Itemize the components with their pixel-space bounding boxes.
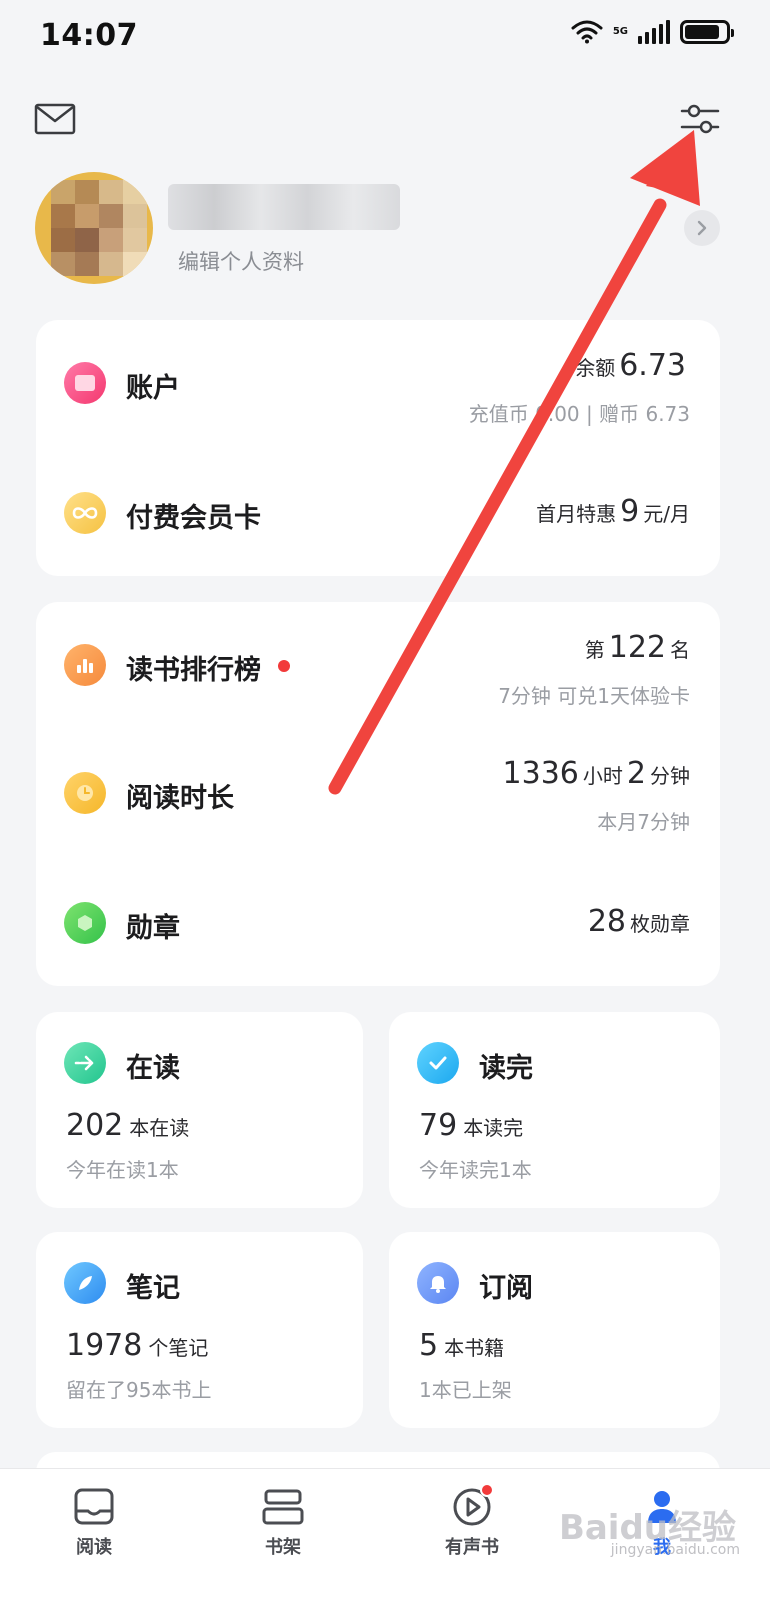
finished-tile-sub: 今年读完1本 [419, 1158, 532, 1182]
notes-tile[interactable]: 笔记 1978 个笔记 留在了95本书上 [36, 1232, 363, 1428]
mail-icon[interactable] [34, 102, 76, 136]
wifi-icon [571, 20, 603, 44]
account-title: 账户 [126, 373, 180, 404]
membership-price-value: 9 [620, 494, 640, 529]
clock-icon [64, 772, 106, 814]
reading-time-value: 1336 小时 2 分钟 [499, 756, 690, 791]
medals-row[interactable]: 勋章 28 枚勋章 [36, 876, 720, 972]
nav-label-audiobook: 有声书 [445, 1537, 499, 1558]
reading-tile-count: 202 本在读 [66, 1108, 189, 1143]
subscriptions-unit: 本书籍 [444, 1336, 505, 1360]
notes-tile-sub: 留在了95本书上 [66, 1378, 212, 1402]
balance-label: 余额 [575, 356, 616, 380]
ranking-sub: 7分钟 可兑1天体验卡 [498, 684, 690, 708]
feather-icon [64, 1262, 106, 1304]
nav-label-bookshelf: 书架 [265, 1537, 301, 1558]
ranking-suffix: 名 [670, 638, 690, 662]
bar-chart-icon [64, 644, 106, 686]
reading-minutes: 2 [626, 756, 646, 791]
account-coins: 充值币 0.00 | 赠币 6.73 [468, 402, 690, 426]
reading-tile[interactable]: 在读 202 本在读 今年在读1本 [36, 1012, 363, 1208]
username-obscured[interactable] [168, 184, 400, 230]
notes-tile-title: 笔记 [126, 1273, 180, 1304]
medals-unit: 枚勋章 [630, 912, 690, 936]
ranking-number: 122 [608, 630, 666, 665]
avatar-image [51, 180, 147, 276]
check-icon [417, 1042, 459, 1084]
wallet-icon [64, 362, 106, 404]
reading-unit: 本在读 [129, 1116, 190, 1140]
ranking-prefix: 第 [584, 638, 605, 662]
reading-count: 202 [66, 1108, 124, 1143]
subscriptions-tile[interactable]: 订阅 5 本书籍 1本已上架 [389, 1232, 720, 1428]
membership-row[interactable]: 付费会员卡 首月特惠 9 元/月 [36, 470, 720, 560]
notes-tile-count: 1978 个笔记 [66, 1328, 208, 1363]
status-icons: 5G [571, 20, 734, 44]
reading-hours-unit: 小时 [582, 764, 623, 788]
profile-chevron-right-icon[interactable] [684, 210, 720, 246]
battery-icon [680, 20, 734, 44]
finished-tile[interactable]: 读完 79 本读完 今年读完1本 [389, 1012, 720, 1208]
medals-title: 勋章 [126, 913, 180, 944]
nav-label-read: 阅读 [76, 1537, 112, 1558]
avatar[interactable] [35, 172, 153, 284]
reading-time-row[interactable]: 阅读时长 1336 小时 2 分钟 本月7分钟 [36, 748, 720, 858]
finished-count: 79 [419, 1108, 458, 1143]
reading-tile-sub: 今年在读1本 [66, 1158, 179, 1182]
watermark-url: jingyan.baidu.com [610, 1542, 740, 1558]
membership-unit: 元/月 [643, 502, 690, 526]
medals-value: 28 枚勋章 [584, 904, 690, 939]
audiobook-badge-dot [480, 1483, 494, 1497]
bell-icon [417, 1262, 459, 1304]
finished-tile-count: 79 本读完 [419, 1108, 523, 1143]
book-open-icon [74, 1488, 114, 1525]
ranking-badge-dot [278, 660, 290, 672]
subscriptions-count: 5 [419, 1328, 439, 1363]
arrow-right-icon [64, 1042, 106, 1084]
finished-unit: 本读完 [463, 1116, 524, 1140]
edit-profile-link[interactable]: 编辑个人资料 [178, 246, 304, 276]
reading-hours: 1336 [502, 756, 579, 791]
finished-tile-title: 读完 [479, 1053, 533, 1084]
ranking-value: 第 122 名 [585, 630, 690, 665]
nav-item-read[interactable]: 阅读 [44, 1487, 144, 1559]
ranking-title: 读书排行榜 [126, 655, 261, 686]
infinity-icon [64, 492, 106, 534]
membership-prefix: 首月特惠 [536, 502, 617, 526]
bookshelf-icon [262, 1489, 304, 1525]
settings-sliders-icon[interactable] [680, 102, 720, 136]
membership-price: 首月特惠 9 元/月 [536, 494, 690, 529]
subscriptions-tile-title: 订阅 [479, 1273, 533, 1304]
subscriptions-tile-sub: 1本已上架 [419, 1378, 512, 1402]
reading-minutes-unit: 分钟 [650, 764, 690, 788]
reading-time-sub: 本月7分钟 [597, 810, 690, 834]
battery-level [685, 25, 719, 39]
account-balance: 余额 6.73 [575, 348, 690, 383]
network-type: 5G [612, 26, 628, 37]
ranking-row[interactable]: 读书排行榜 第 122 名 7分钟 可兑1天体验卡 [36, 620, 720, 730]
balance-value: 6.73 [619, 348, 686, 383]
subscriptions-tile-count: 5 本书籍 [419, 1328, 504, 1363]
membership-title: 付费会员卡 [126, 503, 261, 534]
notes-count: 1978 [66, 1328, 143, 1363]
nav-item-audiobook[interactable]: 有声书 [422, 1483, 522, 1559]
account-row[interactable]: 账户 余额 6.73 充值币 0.00 | 赠币 6.73 [36, 340, 720, 440]
signal-strength-icon [638, 20, 670, 44]
status-time: 14:07 [40, 18, 138, 53]
reading-tile-title: 在读 [126, 1053, 180, 1084]
notes-unit: 个笔记 [148, 1336, 209, 1360]
nav-item-bookshelf[interactable]: 书架 [233, 1487, 333, 1559]
reading-time-title: 阅读时长 [126, 783, 234, 814]
medal-icon [64, 902, 106, 944]
medals-count: 28 [587, 904, 626, 939]
